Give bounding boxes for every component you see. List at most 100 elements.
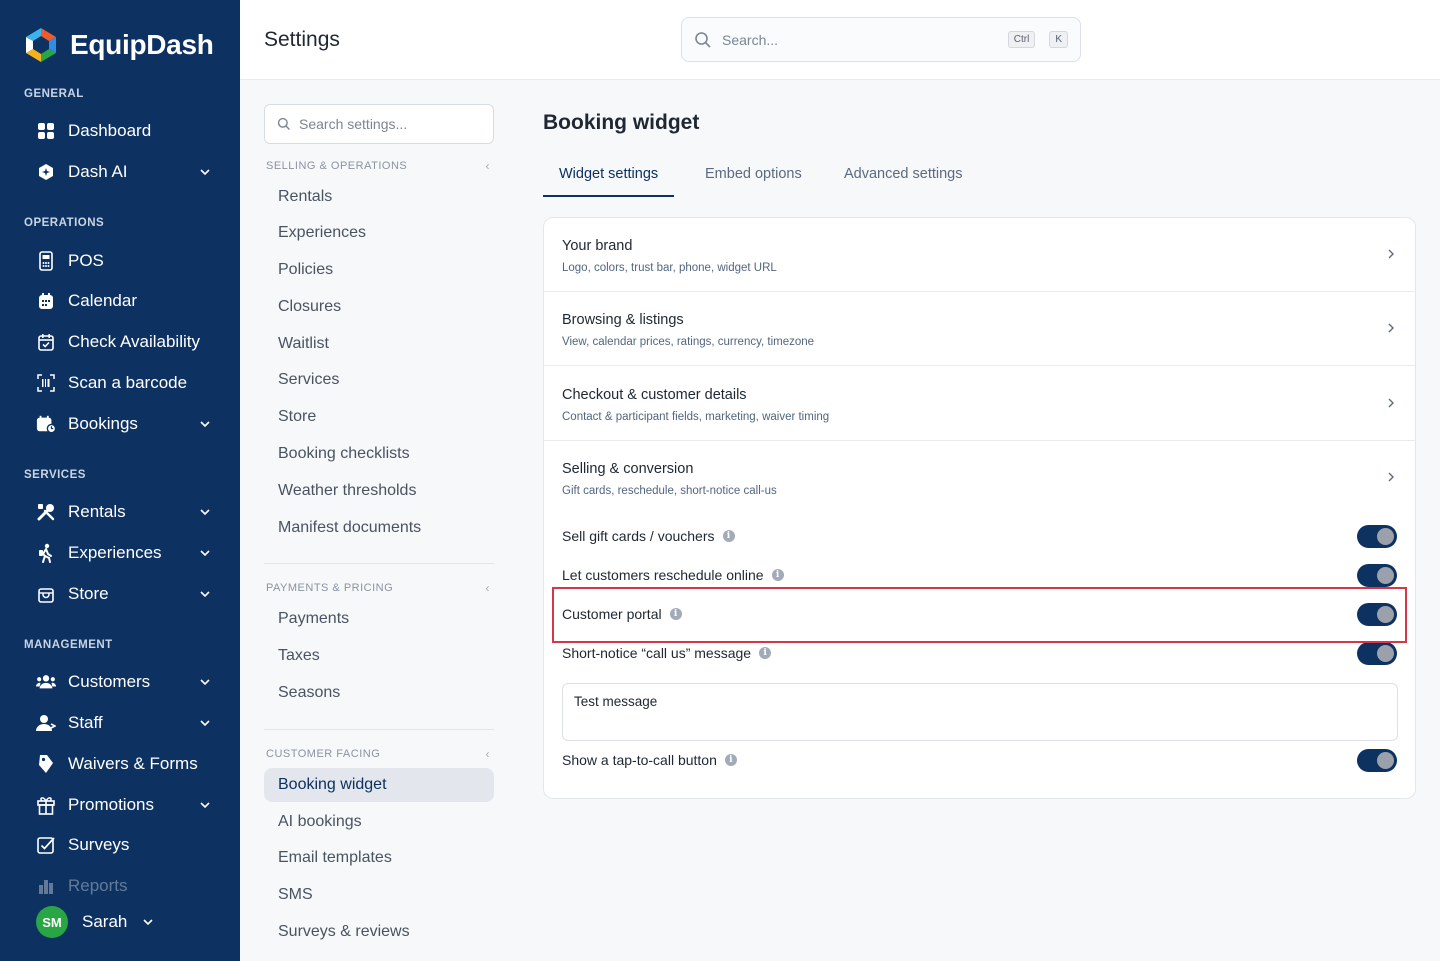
nav-section-operations: OPERATIONS <box>24 217 105 229</box>
global-search-input[interactable]: Search... Ctrl K <box>681 17 1081 62</box>
settings-nav-email-templates[interactable]: Email templates <box>264 841 494 875</box>
sidebar-item-reports[interactable]: Reports <box>36 870 216 902</box>
tab-widget-settings[interactable]: Widget settings <box>543 160 675 197</box>
topbar: Settings Search... Ctrl K <box>240 0 1440 80</box>
settings-group-payments[interactable]: PAYMENTS & PRICING ‹ <box>266 581 494 595</box>
tap-to-call-toggle[interactable] <box>1357 749 1397 772</box>
call-us-message-toggle[interactable] <box>1357 642 1397 665</box>
info-icon[interactable]: i <box>771 569 784 581</box>
bookings-calendar-icon <box>36 414 56 434</box>
chevron-left-icon[interactable]: ‹ <box>486 159 495 173</box>
settings-nav-sms[interactable]: SMS <box>264 878 494 912</box>
settings-nav-ai-bookings[interactable]: AI bookings <box>264 805 494 839</box>
chevron-down-icon[interactable] <box>141 915 155 929</box>
tab-embed-options[interactable]: Embed options <box>689 160 818 197</box>
settings-group-customer-facing[interactable]: CUSTOMER FACING ‹ <box>266 747 494 761</box>
sidebar-item-check-availability[interactable]: Check Availability <box>36 326 216 358</box>
settings-group-selling[interactable]: SELLING & OPERATIONS ‹ <box>266 159 494 173</box>
sidebar-item-label: Calendar <box>68 291 137 310</box>
chevron-down-icon[interactable] <box>198 417 212 431</box>
sidebar-item-dash-ai[interactable]: Dash AI <box>36 156 216 188</box>
settings-nav-waitlist[interactable]: Waitlist <box>264 327 494 361</box>
settings-nav-seasons[interactable]: Seasons <box>264 676 494 710</box>
reschedule-toggle[interactable] <box>1357 564 1397 587</box>
bar-chart-icon <box>36 876 56 896</box>
avatar: SM <box>36 906 68 938</box>
chevron-down-icon[interactable] <box>198 798 212 812</box>
section-subtitle: View, calendar prices, ratings, currency… <box>562 336 815 348</box>
sidebar-item-label: Store <box>68 584 109 603</box>
sidebar-item-dashboard[interactable]: Dashboard <box>36 115 216 147</box>
section-selling-conversion[interactable]: Selling & conversion Gift cards, resched… <box>544 441 1415 515</box>
settings-nav-manifest-documents[interactable]: Manifest documents <box>264 511 494 545</box>
settings-search-placeholder: Search settings... <box>299 116 408 132</box>
section-subtitle: Logo, colors, trust bar, phone, widget U… <box>562 262 777 274</box>
chevron-down-icon[interactable] <box>198 546 212 560</box>
settings-nav-payments[interactable]: Payments <box>264 602 494 636</box>
chevron-left-icon[interactable]: ‹ <box>486 747 495 761</box>
settings-nav-booking-checklists[interactable]: Booking checklists <box>264 437 494 471</box>
page-title: Settings <box>264 28 340 51</box>
toggle-label: Short-notice “call us” message <box>562 645 752 661</box>
section-your-brand[interactable]: Your brand Logo, colors, trust bar, phon… <box>544 218 1415 292</box>
sidebar-item-label: Staff <box>68 713 103 732</box>
sidebar-item-rentals[interactable]: Rentals <box>36 496 216 528</box>
info-icon[interactable]: i <box>722 530 735 542</box>
section-checkout-customer-details[interactable]: Checkout & customer details Contact & pa… <box>544 367 1415 441</box>
sidebar-item-staff[interactable]: Staff <box>36 707 216 739</box>
chevron-right-icon <box>1388 323 1394 333</box>
barcode-scan-icon <box>36 373 56 393</box>
user-menu[interactable]: SM Sarah <box>36 906 155 938</box>
chevron-down-icon[interactable] <box>198 165 212 179</box>
sidebar-item-store[interactable]: Store <box>36 578 216 610</box>
sidebar-item-customers[interactable]: Customers <box>36 666 216 698</box>
sidebar-item-calendar[interactable]: Calendar <box>36 285 216 317</box>
settings-nav-experiences[interactable]: Experiences <box>264 216 494 250</box>
settings-nav-policies[interactable]: Policies <box>264 253 494 287</box>
users-group-icon <box>36 672 56 692</box>
toggle-label: Let customers reschedule online <box>562 567 764 583</box>
sidebar-item-surveys[interactable]: Surveys <box>36 829 216 861</box>
settings-nav-booking-widget[interactable]: Booking widget <box>264 768 494 802</box>
info-icon[interactable]: i <box>724 754 737 766</box>
chevron-left-icon[interactable]: ‹ <box>486 581 495 595</box>
sidebar-item-label: Reports <box>68 876 128 895</box>
sidebar-item-experiences[interactable]: Experiences <box>36 537 216 569</box>
sidebar-item-promotions[interactable]: Promotions <box>36 789 216 821</box>
toggle-row-tap-to-call: Show a tap-to-call button i <box>544 745 1415 777</box>
settings-nav-rentals[interactable]: Rentals <box>264 180 494 214</box>
settings-nav-weather-thresholds[interactable]: Weather thresholds <box>264 474 494 508</box>
divider <box>264 563 494 564</box>
sidebar-item-bookings[interactable]: Bookings <box>36 408 216 440</box>
logo[interactable]: EquipDash <box>22 26 214 64</box>
sidebar-item-label: Surveys <box>68 835 130 854</box>
info-icon[interactable]: i <box>759 647 772 659</box>
section-browsing-listings[interactable]: Browsing & listings View, calendar price… <box>544 292 1415 366</box>
chevron-down-icon[interactable] <box>198 675 212 689</box>
user-name: Sarah <box>82 912 128 931</box>
sidebar-item-scan-barcode[interactable]: Scan a barcode <box>36 367 216 399</box>
pos-terminal-icon <box>36 251 56 271</box>
toggle-row-customer-portal: Customer portal i <box>544 599 1415 631</box>
section-title: Checkout & customer details <box>562 387 747 403</box>
gift-cards-toggle[interactable] <box>1357 525 1397 548</box>
settings-nav-store[interactable]: Store <box>264 400 494 434</box>
sidebar-item-waivers-forms[interactable]: Waivers & Forms <box>36 748 216 780</box>
chevron-right-icon <box>1388 249 1394 259</box>
call-us-message-textarea[interactable]: Test message <box>562 683 1398 741</box>
settings-nav-services[interactable]: Services <box>264 363 494 397</box>
sidebar-item-pos[interactable]: POS <box>36 245 216 277</box>
content-title: Booking widget <box>543 111 700 134</box>
tab-advanced-settings[interactable]: Advanced settings <box>828 160 979 197</box>
chevron-down-icon[interactable] <box>198 716 212 730</box>
chevron-down-icon[interactable] <box>198 505 212 519</box>
settings-nav-surveys-reviews[interactable]: Surveys & reviews <box>264 915 494 949</box>
ai-hexagon-icon <box>36 162 56 182</box>
settings-nav-taxes[interactable]: Taxes <box>264 639 494 673</box>
sidebar-item-label: Scan a barcode <box>68 373 188 392</box>
settings-nav-closures[interactable]: Closures <box>264 290 494 324</box>
settings-search-input[interactable]: Search settings... <box>264 104 494 144</box>
chevron-down-icon[interactable] <box>198 587 212 601</box>
customer-portal-toggle[interactable] <box>1357 603 1397 626</box>
info-icon[interactable]: i <box>669 608 682 620</box>
